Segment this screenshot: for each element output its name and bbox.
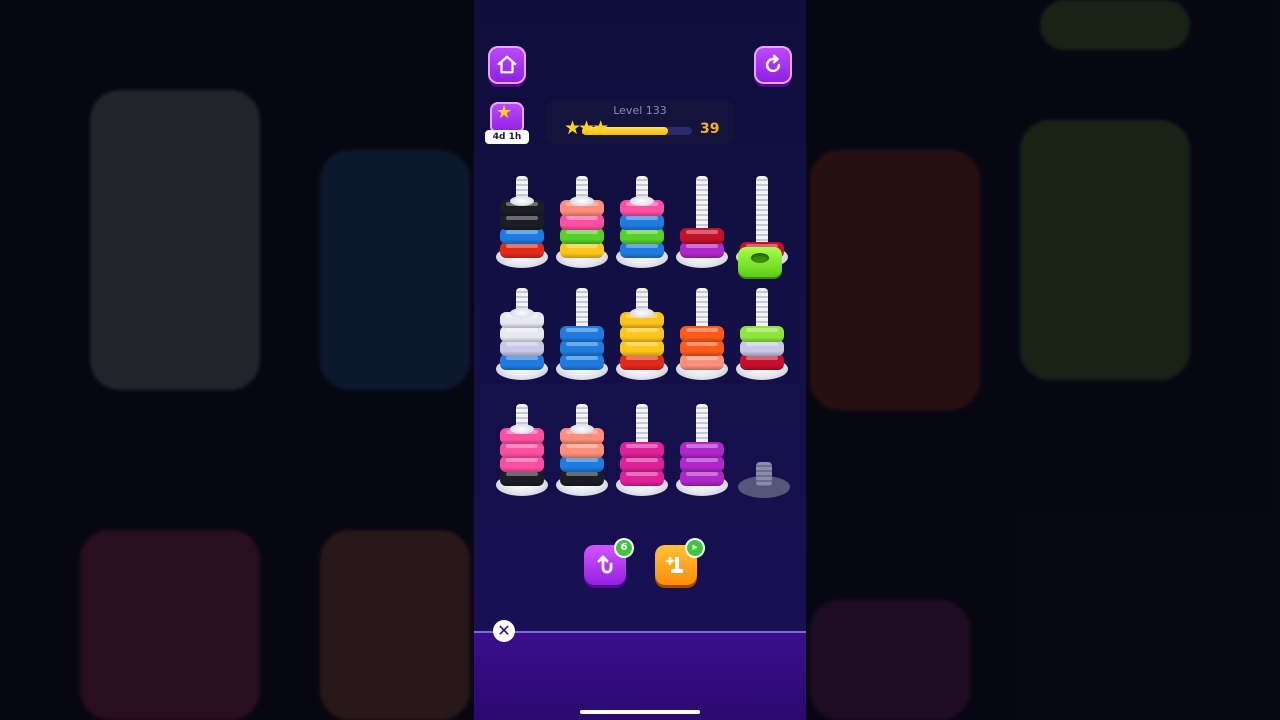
- nut-blue: [620, 242, 664, 258]
- nut-purple: [680, 242, 724, 258]
- restart-icon: [765, 54, 781, 73]
- nut-hole: [630, 308, 654, 318]
- screw-rod: [756, 462, 772, 486]
- event-timer: 4d 1h: [485, 130, 529, 144]
- nut-hole: [510, 196, 534, 206]
- video-ad-icon: ▸: [687, 540, 703, 556]
- held-nut[interactable]: [738, 247, 782, 277]
- nut-hole: [510, 308, 534, 318]
- nut-green: [620, 228, 664, 244]
- nut-black: [500, 214, 544, 230]
- screw-7[interactable]: [556, 284, 608, 380]
- nut-darkred: [740, 354, 784, 370]
- nut-purple: [680, 442, 724, 458]
- nut-red: [620, 354, 664, 370]
- ad-banner[interactable]: [474, 631, 806, 720]
- home-indicator: [580, 710, 700, 714]
- level-count: 39: [700, 121, 720, 137]
- undo-count-badge: 6: [616, 540, 632, 556]
- nut-hole: [570, 196, 594, 206]
- nut-black: [500, 470, 544, 486]
- nut-blue: [500, 228, 544, 244]
- nut-magenta: [620, 442, 664, 458]
- nut-white: [500, 326, 544, 342]
- nut-hole: [510, 424, 534, 434]
- nut-orange: [680, 340, 724, 356]
- nut-yellow: [620, 340, 664, 356]
- nut-purple: [680, 470, 724, 486]
- nut-lavender: [500, 340, 544, 356]
- screw-9[interactable]: [676, 284, 728, 380]
- nut-orange: [680, 326, 724, 342]
- nut-lime: [740, 326, 784, 342]
- screw-1[interactable]: [496, 172, 548, 268]
- empty-screw[interactable]: [738, 456, 790, 498]
- nut-blue: [560, 456, 604, 472]
- home-icon: [497, 55, 517, 74]
- nut-purple: [680, 456, 724, 472]
- add-screw-icon: [665, 556, 683, 573]
- nut-pink: [500, 456, 544, 472]
- nut-salmon: [560, 442, 604, 458]
- nut-icon: [751, 253, 769, 263]
- screw-2[interactable]: [556, 172, 608, 268]
- nut-magenta: [620, 456, 664, 472]
- nut-green: [560, 228, 604, 244]
- nut-yellow: [560, 242, 604, 258]
- nut-darkred: [680, 228, 724, 244]
- nut-blue: [620, 214, 664, 230]
- screw-10[interactable]: [736, 284, 788, 380]
- level-panel: Level 133 ★★★ 39: [546, 100, 734, 144]
- nut-hole: [630, 196, 654, 206]
- star-trophy-icon: ★: [496, 102, 513, 123]
- add-screw-button[interactable]: ▸: [655, 540, 703, 585]
- screw-6[interactable]: [496, 284, 548, 380]
- screw-4[interactable]: [676, 172, 728, 268]
- nut-pink: [500, 442, 544, 458]
- undo-button[interactable]: 6: [584, 540, 632, 585]
- nut-blue: [560, 326, 604, 342]
- screw-12[interactable]: [556, 400, 608, 496]
- game-screen: ★ 4d 1h Level 133 ★★★ 39 6 ▸ ✕: [474, 0, 806, 720]
- nut-yellow: [620, 326, 664, 342]
- undo-icon: [597, 555, 613, 574]
- nut-lavender: [740, 340, 784, 356]
- nut-pink: [560, 214, 604, 230]
- bg-dim-right: [806, 0, 1280, 720]
- nut-blue: [560, 354, 604, 370]
- nut-red: [500, 242, 544, 258]
- screw-13[interactable]: [616, 400, 668, 496]
- nut-blue: [500, 354, 544, 370]
- restart-button[interactable]: [754, 46, 792, 84]
- screw-11[interactable]: [496, 400, 548, 496]
- bg-dim-left: [0, 0, 474, 720]
- nut-salmon: [680, 354, 724, 370]
- level-title: Level 133: [613, 104, 667, 117]
- nut-hole: [570, 424, 594, 434]
- close-icon[interactable]: ✕: [493, 620, 515, 642]
- nut-blue: [560, 340, 604, 356]
- screw-3[interactable]: [616, 172, 668, 268]
- screw-8[interactable]: [616, 284, 668, 380]
- event-button[interactable]: ★ 4d 1h: [485, 102, 529, 144]
- screw-14[interactable]: [676, 400, 728, 496]
- level-stars: ★★★: [564, 117, 609, 139]
- nut-black: [560, 470, 604, 486]
- nut-magenta: [620, 470, 664, 486]
- home-button[interactable]: [488, 46, 526, 84]
